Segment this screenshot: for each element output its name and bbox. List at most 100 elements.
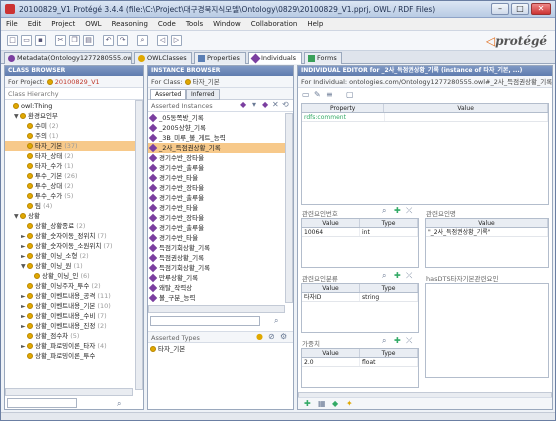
back-icon[interactable]: ◁ — [157, 35, 168, 46]
type-item[interactable]: 타자_기본 — [150, 344, 290, 354]
open-project-icon[interactable]: ▭ — [21, 35, 32, 46]
class-tree-item[interactable]: 상황_파로밍이론_투수 — [5, 351, 143, 361]
menu-reasoning[interactable]: Reasoning — [107, 18, 153, 30]
instance-item[interactable]: 경기수반_장타율 — [148, 183, 293, 193]
instance-item[interactable]: 경기수반_출루율 — [148, 193, 293, 203]
class-tree-item[interactable]: ► 상황_이벤트내용_수비 (7) — [5, 311, 143, 321]
search-icon[interactable]: ⌕ — [117, 399, 121, 409]
class-tree-item[interactable]: ► 상황_이닝_소형 (2) — [5, 251, 143, 261]
instance-item[interactable]: 경기수반_타율 — [148, 233, 293, 243]
table-row[interactable]: 2.0 float — [302, 358, 418, 367]
remove-value-icon[interactable]: ⤫ — [406, 336, 412, 346]
menu-code[interactable]: Code — [153, 18, 181, 30]
instance-item[interactable]: 경기수반_장타율 — [148, 213, 293, 223]
add-value-icon[interactable]: ✚ — [394, 271, 401, 280]
instance-item[interactable]: _2사_득점권상황_기록 — [148, 143, 293, 153]
find-icon[interactable]: ⌕ — [382, 206, 386, 216]
class-icon[interactable]: ▦ — [318, 399, 326, 408]
tab-inferred[interactable]: Inferred — [186, 89, 220, 100]
tab-individuals[interactable]: Individuals — [248, 52, 302, 64]
menu-owl[interactable]: OWL — [80, 18, 106, 30]
table-row[interactable]: rdfs:comment — [302, 113, 548, 122]
class-tree-item[interactable]: ► 상황_이벤트내용_진정 (2) — [5, 321, 143, 331]
class-tree-item[interactable]: ► 상황_파로밍이론_타자 (4) — [5, 341, 143, 351]
copy-icon[interactable]: ❐ — [69, 35, 80, 46]
instance-list-vscrollbar[interactable] — [285, 113, 293, 303]
instance-search-input[interactable] — [150, 316, 260, 326]
menu-file[interactable]: File — [1, 18, 23, 30]
instance-item[interactable]: 경기수반_타율 — [148, 203, 293, 213]
add-type-icon[interactable]: ● — [256, 332, 263, 341]
instance-item[interactable]: 볼_구분_능력 — [148, 293, 293, 302]
close-button[interactable]: ✕ — [531, 3, 551, 15]
paste-icon[interactable]: ▤ — [83, 35, 94, 46]
class-tree-item[interactable]: 투수_기본 (26) — [5, 171, 143, 181]
instance-item[interactable]: 경기수반_장타율 — [148, 153, 293, 163]
instance-item[interactable]: 경기수반_출루율 — [148, 163, 293, 173]
menu-help[interactable]: Help — [302, 18, 328, 30]
class-tree-item[interactable]: 상황_이닝주자_투수 (2) — [5, 281, 143, 291]
add-individual-icon[interactable]: ✚ — [304, 399, 311, 408]
instance-options-icon[interactable]: ▾ — [252, 100, 256, 109]
table-row[interactable]: 10064 int — [302, 228, 418, 237]
class-tree-item[interactable]: 팀 (4) — [5, 201, 143, 211]
tab-metadata[interactable]: Metadata(Ontology1277280555.owl) — [4, 52, 132, 64]
delete-instance-icon[interactable]: ✕ — [272, 100, 279, 109]
add-value-icon[interactable]: ✚ — [394, 206, 401, 215]
class-tree-item[interactable]: ► 상황_이벤트내용_공격 (11) — [5, 291, 143, 301]
menu-project[interactable]: Project — [46, 18, 80, 30]
redo-icon[interactable]: ↷ — [117, 35, 128, 46]
class-tree-vscrollbar[interactable] — [135, 100, 143, 390]
key-icon[interactable]: ✦ — [346, 399, 353, 408]
instance-item[interactable]: 왜탈_작력상 — [148, 283, 293, 293]
cut-icon[interactable]: ✂ — [55, 35, 66, 46]
instance-item[interactable]: _2005상향_기록 — [148, 123, 293, 133]
class-tree-item[interactable]: ► 상황_숫자이동_소원위치 (7) — [5, 241, 143, 251]
add-value-icon[interactable]: ✚ — [394, 336, 401, 345]
find-icon[interactable]: ⌕ — [382, 336, 386, 346]
instance-item[interactable]: 득점기회상황_기록 — [148, 243, 293, 253]
class-search-input[interactable] — [7, 398, 77, 408]
table-row[interactable]: "_2사_득점권상황_기록" — [426, 228, 548, 237]
instance-list-hscrollbar[interactable] — [148, 305, 285, 313]
instance-item[interactable]: _3B_미루_볼_게트_능력 — [148, 133, 293, 143]
class-tree-item[interactable]: ▼ 상황_이닝_원 (1) — [5, 261, 143, 271]
new-project-icon[interactable]: □ — [7, 35, 18, 46]
new-document-icon[interactable]: ▭ — [302, 90, 310, 99]
class-tree-hscrollbar[interactable] — [5, 388, 133, 396]
class-tree-item[interactable]: 투수_수가 (5) — [5, 191, 143, 201]
individual-icon[interactable]: ◆ — [332, 399, 338, 408]
maximize-button[interactable]: □ — [511, 3, 529, 15]
undo-icon[interactable]: ↶ — [103, 35, 114, 46]
remove-value-icon[interactable]: ⤫ — [406, 206, 412, 216]
tab-properties[interactable]: Properties — [194, 52, 246, 64]
instance-item[interactable]: 득점기회상황_기록 — [148, 263, 293, 273]
class-tree-item[interactable]: 상황_이닝_인 (6) — [5, 271, 143, 281]
class-tree-item[interactable]: ▼ 상황 — [5, 211, 143, 221]
tab-owlclasses[interactable]: OWLClasses — [134, 52, 192, 64]
edit-icon[interactable]: ✎ — [314, 90, 321, 99]
forward-icon[interactable]: ▷ — [171, 35, 182, 46]
type-options-icon[interactable]: ⚙ — [280, 332, 287, 341]
search-icon[interactable]: ⌕ — [274, 316, 278, 326]
list-icon[interactable]: ≡ — [326, 90, 333, 99]
copy-instance-icon[interactable]: ⟲ — [282, 100, 289, 109]
class-tree-item[interactable]: 타자_기본 (37) — [5, 141, 143, 151]
class-tree-item[interactable]: 상황_점수차 (5) — [5, 331, 143, 341]
add-instance-icon[interactable]: ◆ — [262, 100, 268, 109]
annotation-icon[interactable]: ▢ — [346, 90, 354, 99]
class-tree-item[interactable]: 주의 (1) — [5, 131, 143, 141]
find-icon[interactable]: ⌕ — [137, 35, 148, 46]
class-tree-item[interactable]: owl:Thing — [5, 101, 143, 111]
class-tree-item[interactable]: 타자_수가 (1) — [5, 161, 143, 171]
instance-item[interactable]: 경기수반_출루율 — [148, 223, 293, 233]
tab-forms[interactable]: Forms — [304, 52, 342, 64]
class-tree-item[interactable]: ► 상황_이벤트내용_기본 (10) — [5, 301, 143, 311]
instance-item[interactable]: 경기수반_타율 — [148, 173, 293, 183]
find-icon[interactable]: ⌕ — [382, 271, 386, 281]
menu-tools[interactable]: Tools — [181, 18, 208, 30]
object-value-list[interactable] — [425, 283, 549, 378]
menu-edit[interactable]: Edit — [23, 18, 47, 30]
class-tree-item[interactable]: ► 상황_숫자이동_정위치 (7) — [5, 231, 143, 241]
class-tree-item[interactable]: 타자_상태 (2) — [5, 151, 143, 161]
